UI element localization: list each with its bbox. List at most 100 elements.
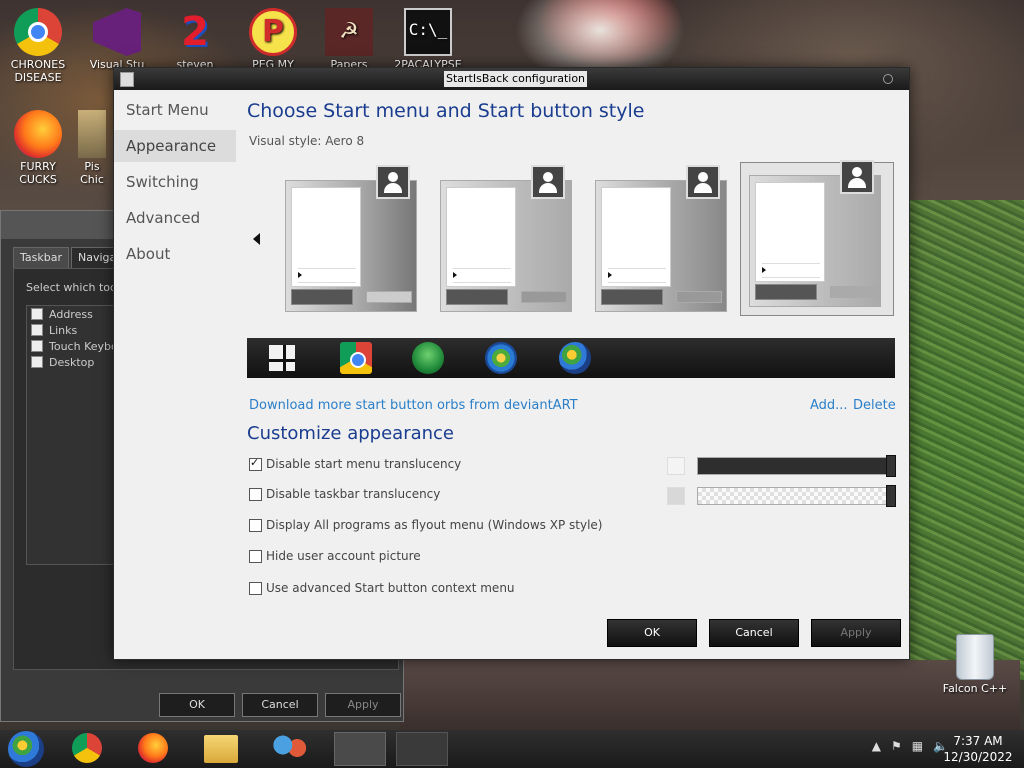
desktop-icon-label: Pis Chic	[80, 160, 104, 186]
start-button-icon[interactable]	[8, 731, 44, 767]
preview-footer	[755, 284, 817, 300]
settings-sidebar: Start Menu Appearance Switching Advanced…	[114, 90, 244, 610]
preview-footer	[446, 289, 508, 305]
checkbox[interactable]	[249, 456, 262, 471]
section-title: Customize appearance	[247, 423, 454, 444]
ok-button[interactable]: OK	[607, 619, 697, 647]
style-option-selected[interactable]	[740, 160, 894, 316]
apply-button[interactable]: Apply	[811, 619, 901, 647]
visual-style-readout: Visual style: Aero 8	[249, 134, 364, 148]
desktop-icon-visual-studio[interactable]: Visual Stu	[80, 8, 154, 71]
preview-shutdown	[521, 291, 567, 303]
option-flyout-all-programs[interactable]: Display All programs as flyout menu (Win…	[249, 518, 602, 532]
window-titlebar[interactable]: StartIsBack configuration	[114, 68, 909, 90]
download-orbs-link[interactable]: Download more start button orbs from dev…	[249, 398, 578, 413]
show-hidden-icon[interactable]: ▲	[872, 739, 881, 753]
firefox-taskbar-icon[interactable]	[138, 733, 168, 763]
peg-icon: P	[249, 8, 297, 56]
desktop-icon-label: CHRONES DISEASE	[10, 58, 66, 84]
sidebar-item-start-menu[interactable]: Start Menu	[114, 94, 244, 126]
steven-icon: 2	[181, 9, 209, 55]
network-icon[interactable]: ▦	[912, 739, 923, 753]
window-title: StartIsBack configuration	[444, 71, 588, 87]
slider-thumb[interactable]	[886, 485, 896, 507]
checkbox[interactable]	[249, 581, 262, 595]
checkbox[interactable]	[249, 549, 262, 563]
checkbox[interactable]	[31, 308, 43, 320]
visual-style-value: Aero 8	[325, 134, 365, 148]
option-advanced-context-menu[interactable]: Use advanced Start button context menu	[249, 581, 515, 595]
dialog-buttons: OK Cancel Apply	[607, 619, 901, 647]
windows7-orb-icon[interactable]	[559, 342, 591, 374]
close-icon[interactable]	[883, 74, 893, 84]
taskbar: ▲ ⚑ ▦ 🔈 7:37 AM 12/30/2022	[0, 730, 1024, 768]
option-label: Display All programs as flyout menu (Win…	[266, 518, 603, 532]
start-menu-preview	[291, 187, 361, 287]
preview-footer	[601, 289, 663, 305]
tab-taskbar[interactable]: Taskbar	[13, 247, 69, 268]
desktop-icon-recycle-bin[interactable]: Falcon C++	[938, 634, 1012, 695]
checkbox[interactable]	[249, 487, 262, 501]
windows7-orb-icon[interactable]	[485, 342, 517, 374]
checkbox[interactable]	[31, 356, 43, 368]
color-swatch[interactable]	[667, 487, 685, 505]
clock-date: 12/30/2022	[943, 750, 1013, 764]
desktop-icon-2pacalypse[interactable]: C:\_ 2PACALYPSE	[391, 8, 465, 71]
opacity-slider[interactable]	[697, 455, 896, 477]
user-picture-icon	[686, 165, 720, 199]
startisback-taskbar-button[interactable]	[334, 732, 386, 766]
taskbar-properties-taskbar-button[interactable]	[396, 732, 448, 766]
slider-thumb[interactable]	[886, 455, 896, 477]
preview-shutdown	[676, 291, 722, 303]
sidebar-item-switching[interactable]: Switching	[114, 166, 244, 198]
delete-orb-link[interactable]: Delete	[853, 398, 896, 413]
desktop-icon-firefox[interactable]: FURRY CUCKS	[1, 110, 75, 186]
checkbox[interactable]	[31, 340, 43, 352]
user-picture-icon	[531, 165, 565, 199]
sidebar-item-appearance[interactable]: Appearance	[114, 130, 236, 162]
style-preview	[749, 160, 881, 307]
windows8-orb-icon[interactable]	[269, 345, 295, 371]
app-icon	[120, 72, 134, 87]
opacity-slider[interactable]	[697, 485, 896, 507]
chrome-taskbar-icon[interactable]	[72, 733, 102, 763]
option-disable-taskbar-translucency[interactable]: Disable taskbar translucency	[249, 487, 440, 501]
startisback-config-window[interactable]: StartIsBack configuration Start Menu App…	[113, 67, 910, 660]
desktop-icon-chrome[interactable]: CHRONES DISEASE	[1, 8, 75, 84]
clover-orb-icon[interactable]	[412, 342, 444, 374]
cancel-button[interactable]: Cancel	[709, 619, 799, 647]
pistol-icon	[78, 110, 106, 158]
option-hide-user-picture[interactable]: Hide user account picture	[249, 549, 421, 563]
recycle-bin-icon	[956, 634, 994, 680]
firefox-icon	[14, 110, 62, 158]
style-option[interactable]	[285, 165, 419, 314]
desktop-icon-steven[interactable]: 2 steven	[158, 8, 232, 71]
apply-button[interactable]: Apply	[325, 693, 401, 717]
add-orb-link[interactable]: Add...	[810, 398, 848, 413]
sidebar-item-advanced[interactable]: Advanced	[114, 202, 244, 234]
style-option[interactable]	[595, 165, 729, 314]
preview-footer	[291, 289, 353, 305]
wallpaper-floor	[400, 660, 1020, 730]
sidebar-item-about[interactable]: About	[114, 238, 244, 270]
desktop-icon-papers[interactable]: ☭ Papers	[312, 8, 386, 71]
checkbox[interactable]	[249, 518, 262, 532]
previous-style-arrow-icon[interactable]	[253, 233, 260, 245]
color-swatch[interactable]	[667, 457, 685, 475]
ok-button[interactable]: OK	[159, 693, 235, 717]
option-label: Disable taskbar translucency	[266, 487, 441, 501]
clock[interactable]: 7:37 AM 12/30/2022	[940, 733, 1016, 765]
style-option[interactable]	[440, 165, 574, 314]
checkbox[interactable]	[31, 324, 43, 336]
people-app-icon[interactable]	[272, 733, 308, 763]
start-menu-preview	[755, 182, 825, 282]
file-explorer-icon[interactable]	[204, 735, 238, 763]
list-item-label: Links	[49, 323, 78, 337]
desktop-icon-label: FURRY CUCKS	[19, 160, 57, 186]
option-disable-start-menu-translucency[interactable]: Disable start menu translucency	[249, 456, 461, 471]
chrome-orb-icon[interactable]	[340, 342, 372, 374]
user-picture-icon	[376, 165, 410, 199]
cancel-button[interactable]: Cancel	[242, 693, 318, 717]
flag-icon[interactable]: ⚑	[891, 739, 902, 753]
desktop-icon-pistol[interactable]: Pis Chic	[72, 110, 112, 186]
